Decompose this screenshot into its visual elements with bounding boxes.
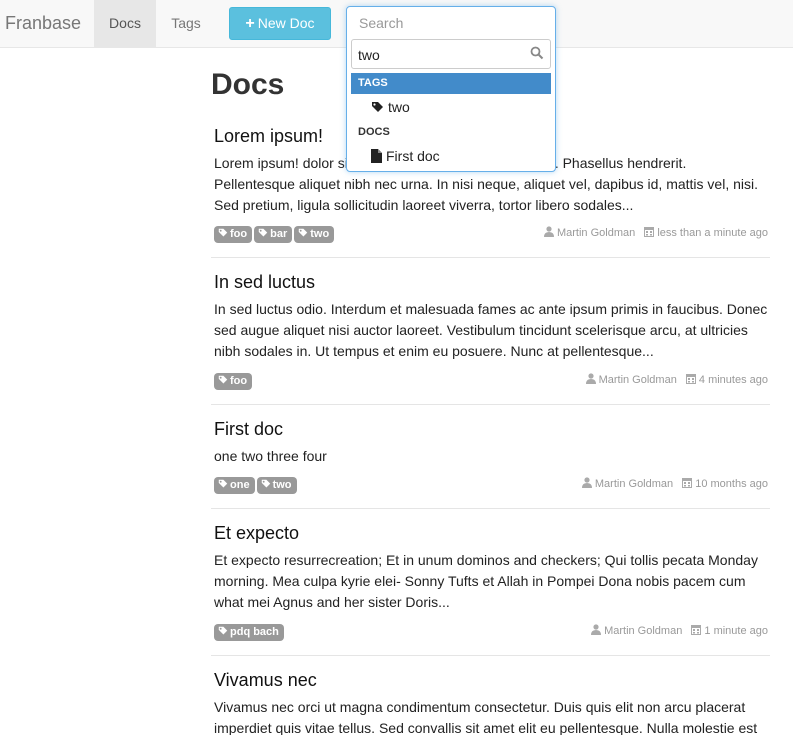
- plus-icon: +: [245, 15, 255, 32]
- tag-badge[interactable]: two: [294, 226, 335, 243]
- tag-icon: [218, 375, 228, 384]
- divider: [211, 404, 770, 405]
- doc-author: Martin Goldman: [594, 478, 674, 490]
- tag-icon: [218, 626, 228, 635]
- tag-icon: [372, 102, 383, 112]
- divider: [211, 508, 770, 509]
- user-icon: [581, 477, 592, 488]
- doc-meta: Martin Goldman 1 minute ago: [591, 624, 768, 637]
- tag-badge[interactable]: bar: [254, 226, 293, 243]
- doc-time: less than a minute ago: [657, 227, 768, 239]
- tag-label: two: [310, 228, 330, 240]
- divider: [211, 257, 770, 258]
- doc-meta: Martin Goldman less than a minute ago: [543, 226, 768, 239]
- doc-title[interactable]: In sed luctus: [214, 272, 770, 293]
- tag-badge[interactable]: pdq bach: [214, 624, 284, 641]
- doc-excerpt: Vivamus nec orci ut magna condimentum co…: [214, 699, 758, 735]
- divider: [211, 655, 770, 656]
- calendar-icon: [682, 478, 693, 488]
- nav-docs[interactable]: Docs: [94, 0, 156, 47]
- tag-label: bar: [270, 228, 288, 240]
- search-input[interactable]: two: [351, 39, 551, 69]
- search-dropdown: Search two TAGS two DOCS First doc: [346, 6, 556, 172]
- search-tags-header: TAGS: [351, 73, 551, 94]
- tag-label: one: [230, 479, 250, 491]
- doc-author: Martin Goldman: [604, 625, 683, 637]
- nav-tags[interactable]: Tags: [156, 0, 216, 47]
- doc-tags: pdq bach: [214, 622, 286, 641]
- new-doc-button[interactable]: + New Doc: [229, 7, 331, 40]
- doc-tags: one two: [214, 475, 299, 494]
- calendar-icon: [691, 625, 702, 635]
- doc-card: In sed luctus In sed luctus odio. Interd…: [214, 272, 770, 392]
- tag-icon: [218, 479, 228, 488]
- doc-excerpt: In sed luctus odio. Interdum et malesuad…: [214, 301, 768, 359]
- doc-time: 1 minute ago: [704, 625, 768, 637]
- user-icon: [585, 373, 596, 384]
- doc-author: Martin Goldman: [598, 374, 677, 386]
- tag-badge[interactable]: two: [256, 477, 297, 494]
- tag-label: two: [272, 479, 292, 491]
- doc-card: Et expecto Et expecto resurrecreation; E…: [214, 523, 770, 643]
- search-docs-header: DOCS: [358, 126, 390, 138]
- brand-logo[interactable]: Franbase: [5, 13, 81, 34]
- tag-icon: [261, 479, 270, 488]
- user-icon: [543, 226, 554, 237]
- doc-tags: foo bar two: [214, 224, 336, 243]
- calendar-icon: [644, 227, 655, 237]
- tag-icon: [299, 228, 308, 237]
- doc-meta: Martin Goldman 10 months ago: [581, 477, 768, 490]
- doc-excerpt: one two three four: [214, 448, 327, 464]
- page-title: Docs: [211, 68, 285, 101]
- search-value: two: [358, 47, 380, 63]
- doc-author: Martin Goldman: [556, 227, 636, 239]
- doc-card: Vivamus nec Vivamus nec orci ut magna co…: [214, 670, 770, 735]
- tag-icon: [258, 228, 268, 237]
- calendar-icon: [685, 374, 696, 384]
- search-result-doc[interactable]: First doc: [371, 148, 440, 164]
- doc-title[interactable]: Et expecto: [214, 523, 770, 544]
- doc-time: 10 months ago: [695, 478, 768, 490]
- search-result-tag[interactable]: two: [371, 99, 410, 115]
- search-icon: [530, 46, 544, 65]
- tag-icon: [218, 228, 228, 237]
- tag-badge[interactable]: foo: [214, 373, 253, 390]
- search-field[interactable]: Search: [359, 15, 403, 31]
- document-icon: [371, 149, 382, 163]
- doc-time: 4 minutes ago: [698, 374, 768, 386]
- doc-tags: foo: [214, 371, 254, 390]
- tag-label: foo: [230, 228, 248, 240]
- tag-badge[interactable]: foo: [214, 226, 253, 243]
- user-icon: [591, 624, 602, 635]
- search-result-doc-label: First doc: [386, 148, 440, 164]
- doc-title[interactable]: Vivamus nec: [214, 670, 770, 691]
- doc-title[interactable]: First doc: [214, 419, 770, 440]
- doc-card: First doc one two three four one two Mart…: [214, 419, 770, 499]
- new-doc-label: New Doc: [257, 15, 315, 31]
- tag-label: pdq bach: [230, 626, 279, 638]
- search-result-tag-label: two: [388, 99, 410, 115]
- doc-meta: Martin Goldman 4 minutes ago: [585, 373, 768, 386]
- doc-excerpt: Et expecto resurrecreation; Et in unum d…: [214, 552, 758, 610]
- tag-label: foo: [230, 375, 248, 387]
- tag-badge[interactable]: one: [214, 477, 255, 494]
